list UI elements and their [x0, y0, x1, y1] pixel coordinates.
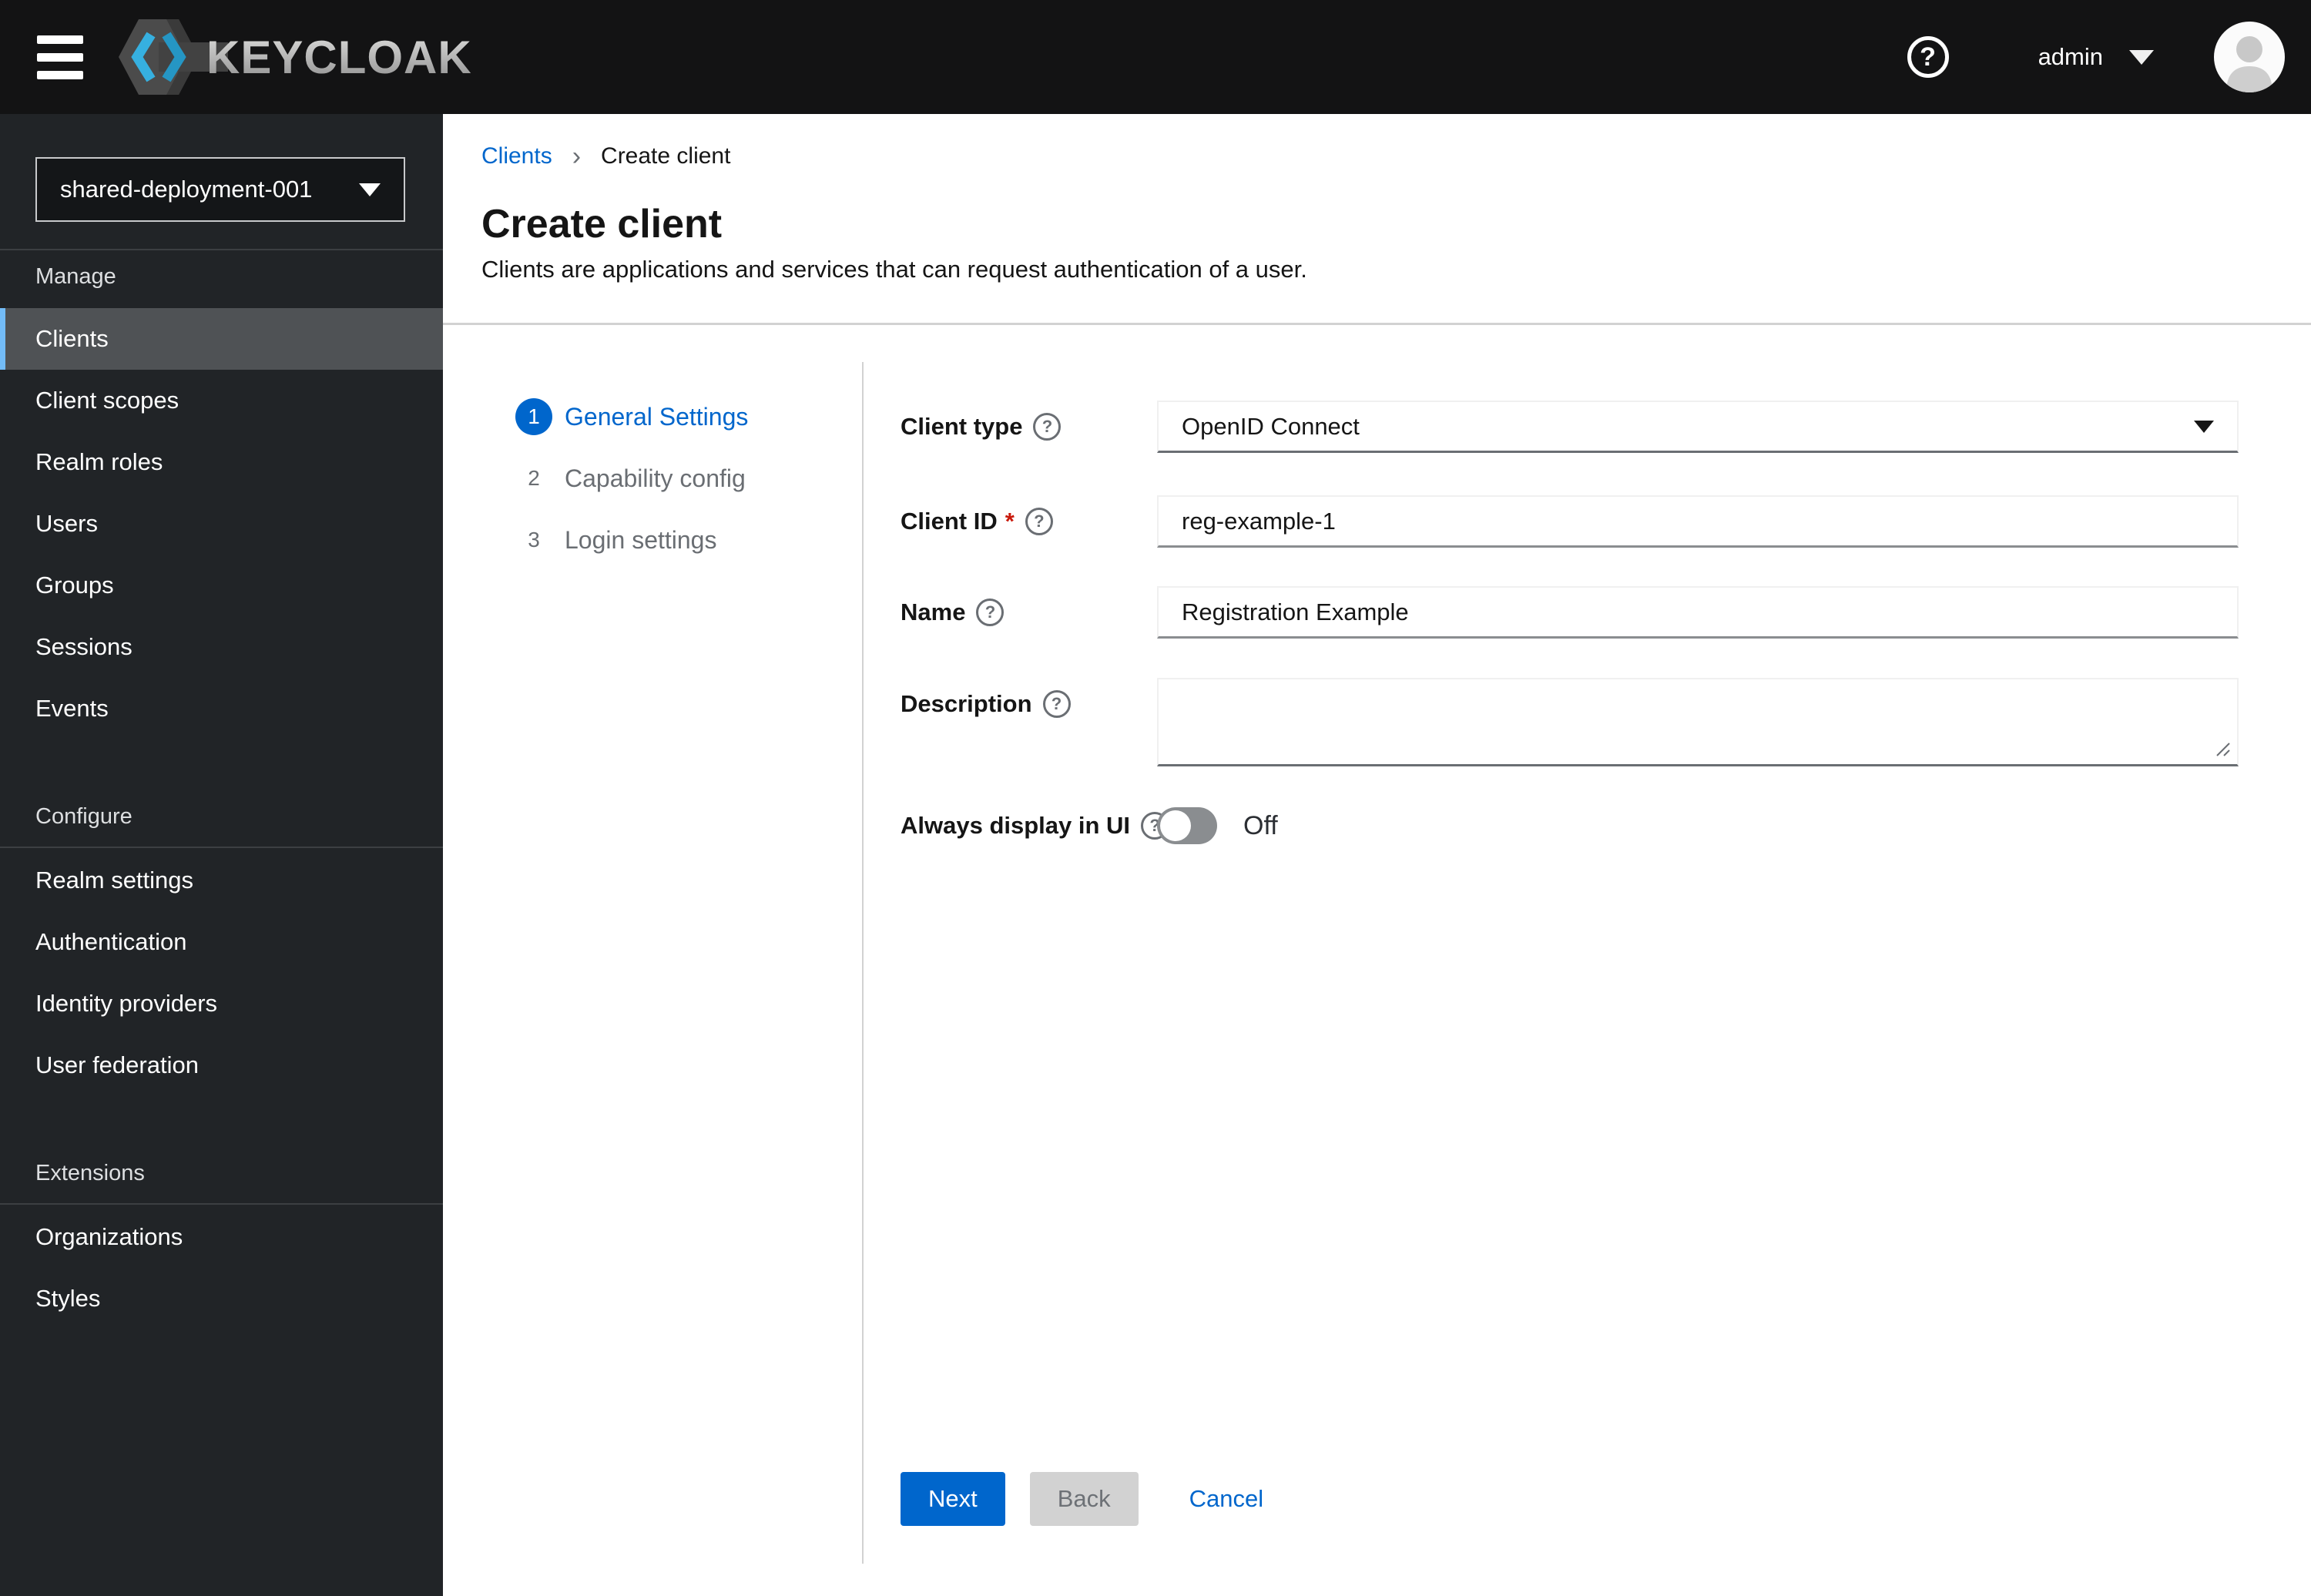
hamburger-menu-icon[interactable]: [37, 35, 83, 79]
name-label: Name: [901, 598, 966, 625]
select-caret-icon: [2194, 420, 2214, 433]
breadcrumb-clients-link[interactable]: Clients: [481, 143, 552, 169]
masthead: KEYCLOAK ? admin: [0, 0, 2311, 114]
wizard-actions: Next Back Cancel: [901, 1472, 1263, 1526]
nav-divider: [0, 847, 443, 848]
sidebar-item-styles[interactable]: Styles: [0, 1268, 443, 1329]
client-id-help-icon[interactable]: ?: [1025, 508, 1053, 535]
toggle-knob: [1160, 810, 1191, 841]
sidebar-item-realm-settings[interactable]: Realm settings: [0, 850, 443, 911]
content-divider: [443, 323, 2311, 325]
wizard-step-number: 3: [528, 528, 540, 552]
back-button[interactable]: Back: [1029, 1472, 1139, 1526]
description-label: Description: [901, 690, 1032, 717]
sidebar-item-realm-roles[interactable]: Realm roles: [0, 431, 443, 493]
hamburger-bar: [37, 35, 83, 44]
nav-section-manage: Manage: [35, 264, 116, 289]
realm-caret-icon: [359, 183, 381, 196]
page-title: Create client: [481, 202, 723, 246]
name-input[interactable]: [1157, 586, 2239, 639]
description-row: Description ?: [901, 678, 2239, 766]
user-menu-caret-icon[interactable]: [2129, 49, 2154, 65]
client-type-select[interactable]: OpenID Connect: [1157, 401, 2239, 453]
masthead-right: ? admin: [1907, 0, 2311, 114]
cancel-link[interactable]: Cancel: [1189, 1485, 1264, 1513]
sidebar-item-user-federation[interactable]: User federation: [0, 1034, 443, 1096]
sidebar-item-organizations[interactable]: Organizations: [0, 1206, 443, 1268]
always-display-row: Always display in UI ? Off: [901, 807, 1278, 844]
sidebar-item-events[interactable]: Events: [0, 678, 443, 739]
wizard-step-label: General Settings: [565, 402, 749, 431]
hamburger-bar: [37, 52, 83, 62]
client-type-value: OpenID Connect: [1182, 412, 1360, 440]
client-id-row: Client ID * ?: [901, 495, 2239, 548]
brand-text: KEYCLOAK: [206, 32, 472, 83]
sidebar: shared-deployment-001 Manage Clients Cli…: [0, 114, 443, 1596]
page-subtitle: Clients are applications and services th…: [481, 256, 1307, 283]
wizard-step-label: Capability config: [565, 464, 746, 492]
keycloak-logo[interactable]: KEYCLOAK: [116, 15, 478, 99]
breadcrumb-current: Create client: [601, 143, 731, 169]
always-display-label: Always display in UI: [901, 812, 1131, 839]
always-display-toggle[interactable]: [1157, 807, 1217, 844]
avatar[interactable]: [2214, 22, 2285, 92]
toggle-state-label: Off: [1243, 810, 1278, 840]
wizard-step-label: Login settings: [565, 525, 717, 554]
client-type-label: Client type: [901, 413, 1023, 440]
sidebar-item-identity-providers[interactable]: Identity providers: [0, 973, 443, 1034]
name-help-icon[interactable]: ?: [976, 598, 1005, 626]
next-button[interactable]: Next: [901, 1472, 1005, 1526]
wizard-step-login-settings[interactable]: 3 Login settings: [515, 509, 748, 571]
wizard-step-capability-config[interactable]: 2 Capability config: [515, 448, 748, 509]
keycloak-logo-icon: KEYCLOAK: [119, 19, 472, 95]
wizard-step-general-settings[interactable]: 1 General Settings: [515, 386, 748, 448]
sidebar-item-client-scopes[interactable]: Client scopes: [0, 370, 443, 431]
client-type-row: Client type ? OpenID Connect: [901, 401, 2239, 453]
help-icon[interactable]: ?: [1907, 36, 1949, 78]
realm-name: shared-deployment-001: [60, 176, 313, 203]
description-help-icon[interactable]: ?: [1042, 690, 1071, 718]
hamburger-bar: [37, 70, 83, 79]
breadcrumb-separator-icon: ›: [572, 142, 582, 171]
description-textarea[interactable]: [1157, 678, 2239, 766]
nav-divider: [0, 249, 443, 250]
nav-divider: [0, 1203, 443, 1205]
wizard-nav: 1 General Settings 2 Capability config 3…: [515, 386, 748, 571]
nav-section-configure: Configure: [35, 804, 132, 829]
sidebar-item-groups[interactable]: Groups: [0, 555, 443, 616]
wizard-step-number: 1: [515, 398, 552, 435]
client-id-label: Client ID: [901, 508, 998, 535]
name-row: Name ?: [901, 586, 2239, 639]
client-type-help-icon[interactable]: ?: [1033, 413, 1062, 441]
client-id-input[interactable]: [1157, 495, 2239, 548]
avatar-person-icon: [2226, 36, 2272, 92]
breadcrumb: Clients › Create client: [481, 143, 730, 169]
required-asterisk: *: [1005, 508, 1015, 535]
main-content: Clients › Create client Create client Cl…: [443, 114, 2311, 1596]
sidebar-item-authentication[interactable]: Authentication: [0, 911, 443, 973]
realm-selector[interactable]: shared-deployment-001: [35, 157, 405, 222]
sidebar-item-clients[interactable]: Clients: [0, 308, 443, 370]
user-menu[interactable]: admin: [2038, 43, 2103, 71]
nav-section-extensions: Extensions: [35, 1161, 145, 1185]
sidebar-item-sessions[interactable]: Sessions: [0, 616, 443, 678]
wizard-step-number: 2: [528, 466, 540, 490]
wizard-divider: [862, 362, 864, 1564]
sidebar-item-users[interactable]: Users: [0, 493, 443, 555]
